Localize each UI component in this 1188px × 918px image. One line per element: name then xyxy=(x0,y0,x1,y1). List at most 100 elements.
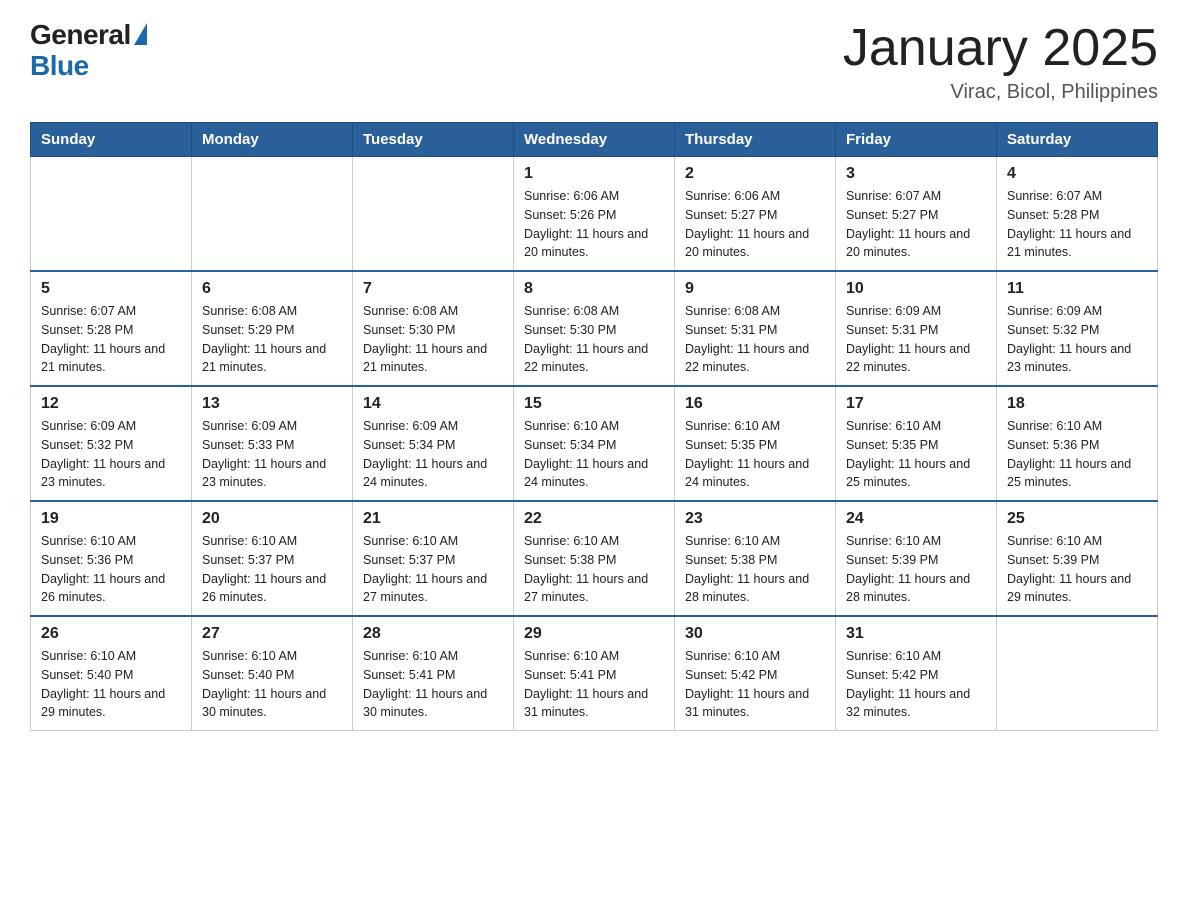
day-info: Sunrise: 6:10 AM Sunset: 5:38 PM Dayligh… xyxy=(685,532,825,607)
calendar-cell: 10 Sunrise: 6:09 AM Sunset: 5:31 PM Dayli… xyxy=(836,271,997,386)
day-number: 27 xyxy=(202,625,342,643)
calendar-cell: 21 Sunrise: 6:10 AM Sunset: 5:37 PM Dayli… xyxy=(353,501,514,616)
logo-general-text: General xyxy=(30,20,131,51)
day-number: 11 xyxy=(1007,280,1147,298)
day-info: Sunrise: 6:10 AM Sunset: 5:42 PM Dayligh… xyxy=(846,647,986,722)
calendar-cell: 5 Sunrise: 6:07 AM Sunset: 5:28 PM Daylig… xyxy=(31,271,192,386)
calendar-cell: 3Sunrise: 6:07 AM Sunset: 5:27 PM Daylig… xyxy=(836,157,997,272)
calendar-week-row: 5 Sunrise: 6:07 AM Sunset: 5:28 PM Daylig… xyxy=(31,271,1158,386)
day-number: 26 xyxy=(41,625,181,643)
calendar-cell: 12 Sunrise: 6:09 AM Sunset: 5:32 PM Dayli… xyxy=(31,386,192,501)
calendar-cell: 19Sunrise: 6:10 AM Sunset: 5:36 PM Dayli… xyxy=(31,501,192,616)
logo-blue-text: Blue xyxy=(30,51,147,82)
day-info: Sunrise: 6:10 AM Sunset: 5:42 PM Dayligh… xyxy=(685,647,825,722)
day-number: 12 xyxy=(41,395,181,413)
day-info: Sunrise: 6:08 AM Sunset: 5:29 PM Dayligh… xyxy=(202,302,342,377)
day-info: Sunrise: 6:08 AM Sunset: 5:31 PM Dayligh… xyxy=(685,302,825,377)
calendar-cell: 2Sunrise: 6:06 AM Sunset: 5:27 PM Daylig… xyxy=(675,157,836,272)
day-number: 13 xyxy=(202,395,342,413)
column-header-monday: Monday xyxy=(192,123,353,157)
calendar-cell: 14Sunrise: 6:09 AM Sunset: 5:34 PM Dayli… xyxy=(353,386,514,501)
column-header-saturday: Saturday xyxy=(997,123,1158,157)
day-number: 4 xyxy=(1007,165,1147,183)
calendar-cell: 8 Sunrise: 6:08 AM Sunset: 5:30 PM Daylig… xyxy=(514,271,675,386)
day-info: Sunrise: 6:06 AM Sunset: 5:27 PM Dayligh… xyxy=(685,187,825,262)
calendar-cell: 25 Sunrise: 6:10 AM Sunset: 5:39 PM Dayli… xyxy=(997,501,1158,616)
day-info: Sunrise: 6:10 AM Sunset: 5:41 PM Dayligh… xyxy=(363,647,503,722)
calendar-week-row: 1Sunrise: 6:06 AM Sunset: 5:26 PM Daylig… xyxy=(31,157,1158,272)
calendar-cell: 29Sunrise: 6:10 AM Sunset: 5:41 PM Dayli… xyxy=(514,616,675,731)
calendar-cell xyxy=(353,157,514,272)
calendar-week-row: 19Sunrise: 6:10 AM Sunset: 5:36 PM Dayli… xyxy=(31,501,1158,616)
day-number: 7 xyxy=(363,280,503,298)
title-block: January 2025 Virac, Bicol, Philippines xyxy=(843,20,1158,104)
calendar-cell xyxy=(997,616,1158,731)
day-number: 5 xyxy=(41,280,181,298)
day-number: 8 xyxy=(524,280,664,298)
calendar-cell: 9 Sunrise: 6:08 AM Sunset: 5:31 PM Daylig… xyxy=(675,271,836,386)
column-header-friday: Friday xyxy=(836,123,997,157)
day-info: Sunrise: 6:08 AM Sunset: 5:30 PM Dayligh… xyxy=(524,302,664,377)
calendar-week-row: 26 Sunrise: 6:10 AM Sunset: 5:40 PM Dayli… xyxy=(31,616,1158,731)
page-title: January 2025 xyxy=(843,20,1158,77)
calendar-cell: 13 Sunrise: 6:09 AM Sunset: 5:33 PM Dayli… xyxy=(192,386,353,501)
day-info: Sunrise: 6:10 AM Sunset: 5:38 PM Dayligh… xyxy=(524,532,664,607)
day-number: 30 xyxy=(685,625,825,643)
calendar-cell xyxy=(192,157,353,272)
day-info: Sunrise: 6:10 AM Sunset: 5:37 PM Dayligh… xyxy=(202,532,342,607)
day-info: Sunrise: 6:10 AM Sunset: 5:41 PM Dayligh… xyxy=(524,647,664,722)
column-header-thursday: Thursday xyxy=(675,123,836,157)
calendar-cell: 28 Sunrise: 6:10 AM Sunset: 5:41 PM Dayli… xyxy=(353,616,514,731)
day-info: Sunrise: 6:06 AM Sunset: 5:26 PM Dayligh… xyxy=(524,187,664,262)
day-number: 18 xyxy=(1007,395,1147,413)
calendar-header-row: SundayMondayTuesdayWednesdayThursdayFrid… xyxy=(31,123,1158,157)
day-number: 31 xyxy=(846,625,986,643)
calendar-cell: 23Sunrise: 6:10 AM Sunset: 5:38 PM Dayli… xyxy=(675,501,836,616)
logo-triangle-icon xyxy=(134,23,147,45)
calendar-cell: 6Sunrise: 6:08 AM Sunset: 5:29 PM Daylig… xyxy=(192,271,353,386)
calendar-cell: 27 Sunrise: 6:10 AM Sunset: 5:40 PM Dayli… xyxy=(192,616,353,731)
day-info: Sunrise: 6:10 AM Sunset: 5:39 PM Dayligh… xyxy=(1007,532,1147,607)
calendar-cell xyxy=(31,157,192,272)
calendar-cell: 4Sunrise: 6:07 AM Sunset: 5:28 PM Daylig… xyxy=(997,157,1158,272)
day-info: Sunrise: 6:10 AM Sunset: 5:37 PM Dayligh… xyxy=(363,532,503,607)
day-info: Sunrise: 6:09 AM Sunset: 5:34 PM Dayligh… xyxy=(363,417,503,492)
day-info: Sunrise: 6:10 AM Sunset: 5:40 PM Dayligh… xyxy=(41,647,181,722)
column-header-tuesday: Tuesday xyxy=(353,123,514,157)
calendar-cell: 15Sunrise: 6:10 AM Sunset: 5:34 PM Dayli… xyxy=(514,386,675,501)
day-number: 25 xyxy=(1007,510,1147,528)
calendar-cell: 1Sunrise: 6:06 AM Sunset: 5:26 PM Daylig… xyxy=(514,157,675,272)
logo: General Blue xyxy=(30,20,147,82)
day-info: Sunrise: 6:09 AM Sunset: 5:33 PM Dayligh… xyxy=(202,417,342,492)
calendar-cell: 22 Sunrise: 6:10 AM Sunset: 5:38 PM Dayli… xyxy=(514,501,675,616)
day-info: Sunrise: 6:07 AM Sunset: 5:28 PM Dayligh… xyxy=(41,302,181,377)
day-number: 24 xyxy=(846,510,986,528)
calendar-cell: 30 Sunrise: 6:10 AM Sunset: 5:42 PM Dayli… xyxy=(675,616,836,731)
calendar-cell: 31 Sunrise: 6:10 AM Sunset: 5:42 PM Dayli… xyxy=(836,616,997,731)
calendar-cell: 17Sunrise: 6:10 AM Sunset: 5:35 PM Dayli… xyxy=(836,386,997,501)
day-number: 16 xyxy=(685,395,825,413)
day-number: 21 xyxy=(363,510,503,528)
calendar-cell: 20 Sunrise: 6:10 AM Sunset: 5:37 PM Dayli… xyxy=(192,501,353,616)
calendar-cell: 11Sunrise: 6:09 AM Sunset: 5:32 PM Dayli… xyxy=(997,271,1158,386)
page-subtitle: Virac, Bicol, Philippines xyxy=(843,81,1158,104)
calendar-cell: 24Sunrise: 6:10 AM Sunset: 5:39 PM Dayli… xyxy=(836,501,997,616)
calendar-cell: 26 Sunrise: 6:10 AM Sunset: 5:40 PM Dayli… xyxy=(31,616,192,731)
day-info: Sunrise: 6:09 AM Sunset: 5:31 PM Dayligh… xyxy=(846,302,986,377)
calendar-cell: 7Sunrise: 6:08 AM Sunset: 5:30 PM Daylig… xyxy=(353,271,514,386)
page-header: General Blue January 2025 Virac, Bicol, … xyxy=(30,20,1158,104)
column-header-wednesday: Wednesday xyxy=(514,123,675,157)
day-info: Sunrise: 6:10 AM Sunset: 5:35 PM Dayligh… xyxy=(685,417,825,492)
column-header-sunday: Sunday xyxy=(31,123,192,157)
day-number: 9 xyxy=(685,280,825,298)
day-number: 10 xyxy=(846,280,986,298)
day-info: Sunrise: 6:10 AM Sunset: 5:40 PM Dayligh… xyxy=(202,647,342,722)
day-info: Sunrise: 6:10 AM Sunset: 5:36 PM Dayligh… xyxy=(1007,417,1147,492)
day-number: 22 xyxy=(524,510,664,528)
calendar-table: SundayMondayTuesdayWednesdayThursdayFrid… xyxy=(30,122,1158,731)
day-number: 17 xyxy=(846,395,986,413)
day-info: Sunrise: 6:09 AM Sunset: 5:32 PM Dayligh… xyxy=(41,417,181,492)
day-info: Sunrise: 6:07 AM Sunset: 5:27 PM Dayligh… xyxy=(846,187,986,262)
day-number: 28 xyxy=(363,625,503,643)
day-number: 20 xyxy=(202,510,342,528)
